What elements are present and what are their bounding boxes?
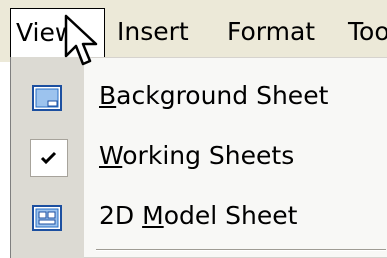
menu-separator [96, 249, 386, 251]
mouse-pointer-icon [64, 14, 104, 70]
view-dropdown-menu: Background Sheet Working Sheets 2D Model… [10, 57, 387, 258]
menu-item-2d-model-sheet[interactable]: 2D Model Sheet [11, 187, 387, 245]
model-sheet-icon [31, 202, 63, 234]
menu-item-label: Working Sheets [99, 141, 295, 170]
menu-item-label: 2D Model Sheet [99, 201, 298, 230]
menu-tools[interactable]: Too [348, 12, 387, 52]
menu-item-background-sheet[interactable]: Background Sheet [11, 67, 387, 125]
menu-item-working-sheets[interactable]: Working Sheets [11, 127, 387, 185]
menu-insert[interactable]: Insert [117, 12, 189, 52]
menu-bar: View Insert Format Too [0, 0, 387, 62]
menu-format[interactable]: Format [227, 12, 315, 52]
menu-item-label: Background Sheet [99, 81, 329, 110]
background-sheet-icon [31, 82, 63, 114]
check-icon [30, 139, 68, 177]
